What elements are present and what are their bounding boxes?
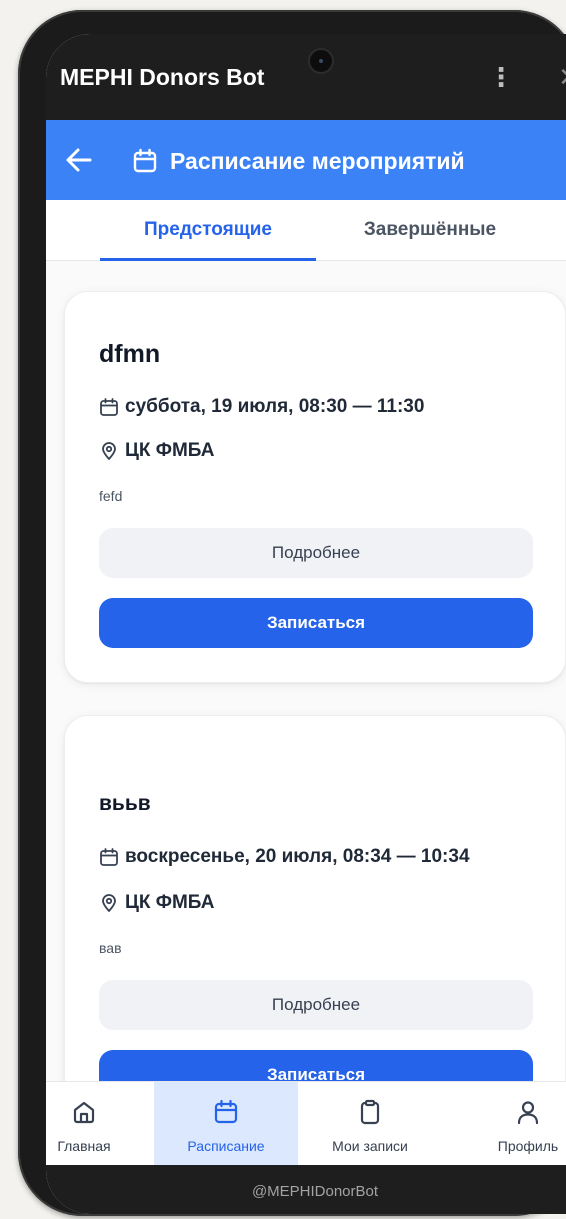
event-title: вььв	[99, 792, 151, 815]
details-button[interactable]: Подробнее	[99, 980, 533, 1030]
phone-frame: MEPHI Donors Bot ⋮ ✕ Расписание мероприя…	[18, 10, 566, 1216]
back-button[interactable]	[60, 142, 98, 178]
clipboard-icon	[360, 1099, 380, 1125]
close-icon[interactable]: ✕	[554, 60, 566, 96]
event-card: вььв воскресенье, 20 июля, 08:34 — 10:34	[64, 715, 566, 1081]
event-date: суббота, 19 июля, 08:30 — 11:30	[125, 396, 425, 417]
screen: MEPHI Donors Bot ⋮ ✕ Расписание мероприя…	[46, 34, 566, 1214]
calendar-icon	[214, 1099, 238, 1124]
event-description: fefd	[99, 488, 123, 504]
event-date-row: суббота, 19 июля, 08:30 — 11:30	[99, 396, 424, 418]
nav-item-home[interactable]: Главная	[46, 1082, 132, 1166]
event-location: ЦК ФМБА	[125, 440, 215, 461]
event-title: dfmn	[99, 340, 161, 368]
nav-label: Расписание	[187, 1138, 265, 1154]
page-title-group: Расписание мероприятий	[132, 144, 465, 178]
calendar-icon	[100, 848, 118, 866]
app-bar: Расписание мероприятий	[46, 120, 566, 200]
tab-upcoming[interactable]: Предстоящие	[100, 200, 316, 261]
user-icon	[517, 1101, 539, 1125]
nav-item-profile[interactable]: Профиль	[466, 1082, 566, 1166]
nav-item-schedule[interactable]: Расписание	[154, 1082, 298, 1166]
nav-item-my-records[interactable]: Мои записи	[308, 1082, 432, 1166]
map-pin-icon	[102, 894, 116, 912]
front-camera	[308, 48, 334, 74]
nav-label: Мои записи	[332, 1138, 408, 1154]
tab-completed[interactable]: Завершённые	[332, 200, 528, 260]
tab-bar: Предстоящие Завершённые	[46, 200, 566, 261]
event-location: ЦК ФМБА	[125, 892, 215, 913]
page-title: Расписание мероприятий	[170, 147, 465, 174]
arrow-left-icon	[66, 148, 92, 172]
nav-label: Главная	[57, 1138, 111, 1154]
event-card: dfmn суббота, 19 июля, 08:30 — 11:30 ЦК …	[64, 291, 566, 683]
kebab-menu-icon[interactable]: ⋮	[486, 60, 516, 96]
bot-handle: @MEPHIDonorBot	[46, 1165, 566, 1214]
signup-button[interactable]: Записаться	[99, 1050, 533, 1081]
event-description: вав	[99, 940, 122, 956]
nav-label: Профиль	[497, 1138, 559, 1154]
details-button[interactable]: Подробнее	[99, 528, 533, 578]
calendar-icon	[100, 398, 118, 416]
calendar-icon	[133, 148, 157, 173]
signup-button[interactable]: Записаться	[99, 598, 533, 648]
event-date: воскресенье, 20 июля, 08:34 — 10:34	[125, 846, 470, 867]
event-location-row: ЦК ФМБА	[99, 440, 214, 462]
bot-name: MEPHI Donors Bot	[60, 64, 265, 90]
event-location-row: ЦК ФМБА	[99, 892, 214, 914]
telegram-header: MEPHI Donors Bot ⋮ ✕	[46, 34, 566, 120]
map-pin-icon	[102, 442, 116, 460]
home-icon	[73, 1101, 95, 1124]
bottom-navigation: Главная Расписание Мои записи Профиль	[46, 1081, 566, 1166]
event-date-row: воскресенье, 20 июля, 08:34 — 10:34	[99, 846, 470, 868]
event-list[interactable]: dfmn суббота, 19 июля, 08:30 — 11:30 ЦК …	[46, 261, 566, 1081]
